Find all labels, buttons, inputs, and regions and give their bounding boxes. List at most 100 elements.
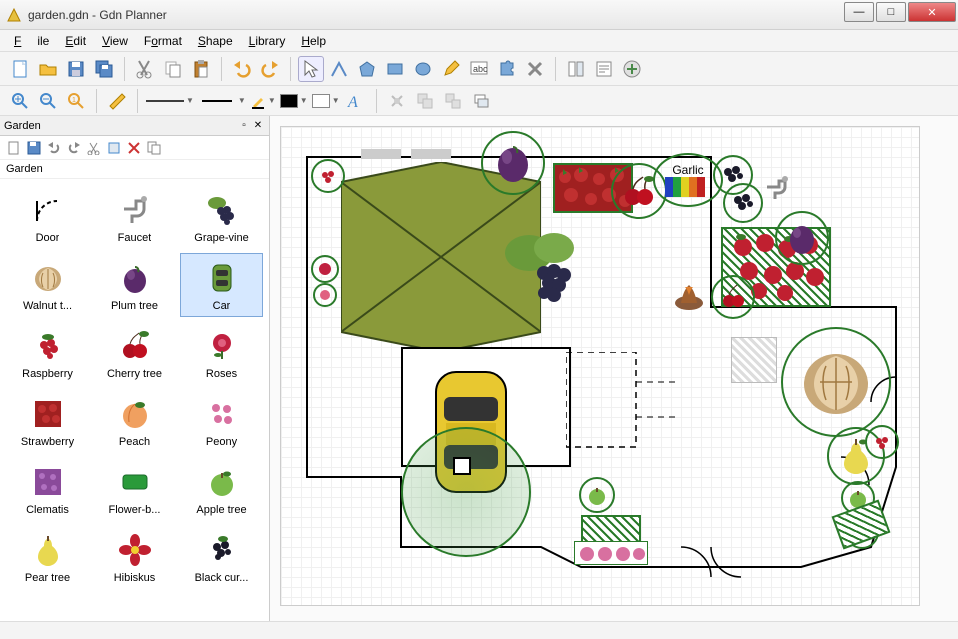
menu-edit[interactable]: Edit bbox=[57, 32, 94, 50]
menu-library[interactable]: Library bbox=[241, 32, 294, 50]
rose[interactable] bbox=[311, 255, 339, 283]
delete-button[interactable] bbox=[522, 56, 548, 82]
text-tool[interactable]: abc bbox=[466, 56, 492, 82]
cut-button[interactable] bbox=[132, 56, 158, 82]
grape-vine[interactable] bbox=[499, 223, 589, 313]
new-button[interactable] bbox=[7, 56, 33, 82]
sp-cut-icon[interactable] bbox=[85, 139, 103, 157]
plum-tree[interactable] bbox=[481, 131, 545, 195]
ruler-button[interactable] bbox=[104, 88, 130, 114]
undo-button[interactable] bbox=[229, 56, 255, 82]
sp-redo-icon[interactable] bbox=[65, 139, 83, 157]
sp-undo-icon[interactable] bbox=[45, 139, 63, 157]
canvas[interactable]: Garlic bbox=[280, 126, 920, 606]
well[interactable] bbox=[453, 457, 471, 475]
shape-item-car[interactable]: Car bbox=[180, 253, 263, 317]
sp-delete-icon[interactable] bbox=[125, 139, 143, 157]
line-color-dropdown[interactable]: ▼ bbox=[250, 93, 276, 109]
shape-item-strawberry[interactable]: Strawberry bbox=[6, 389, 89, 453]
copy-button[interactable] bbox=[160, 56, 186, 82]
menu-view[interactable]: View bbox=[94, 32, 136, 50]
path-strip[interactable] bbox=[411, 149, 451, 159]
save-all-button[interactable] bbox=[91, 56, 117, 82]
shape-item-flowerbed[interactable]: Flower-b... bbox=[93, 457, 176, 521]
properties-button[interactable] bbox=[591, 56, 617, 82]
open-button[interactable] bbox=[35, 56, 61, 82]
pointer-tool[interactable] bbox=[298, 56, 324, 82]
line-style-dropdown[interactable]: ▼ bbox=[146, 94, 194, 108]
shape-item-door[interactable]: Door bbox=[6, 185, 89, 249]
library-toggle[interactable] bbox=[563, 56, 589, 82]
add-button[interactable] bbox=[619, 56, 645, 82]
rect-tool[interactable] bbox=[382, 56, 408, 82]
shape-item-peony[interactable]: Peony bbox=[180, 389, 263, 453]
peony-bed[interactable] bbox=[574, 541, 648, 565]
sp-copy-icon[interactable] bbox=[145, 139, 163, 157]
rose[interactable] bbox=[313, 283, 337, 307]
driveway[interactable] bbox=[566, 352, 676, 452]
ellipse-tool[interactable] bbox=[410, 56, 436, 82]
shape-item-plum[interactable]: Plum tree bbox=[93, 253, 176, 317]
fill-color-dropdown[interactable]: ▼ bbox=[280, 94, 308, 108]
apple-tree[interactable] bbox=[579, 477, 615, 513]
shape-item-hibiscus[interactable]: Hibiskus bbox=[93, 525, 176, 589]
shape-item-pear[interactable]: Pear tree bbox=[6, 525, 89, 589]
minimize-button[interactable]: — bbox=[844, 2, 874, 22]
sp-edit-icon[interactable] bbox=[105, 139, 123, 157]
paved-area[interactable] bbox=[731, 337, 777, 383]
layers-button[interactable] bbox=[468, 88, 494, 114]
lawn-circle[interactable] bbox=[401, 427, 531, 557]
sidepanel-close-icon[interactable]: ✕ bbox=[251, 119, 265, 133]
canvas-area[interactable]: Garlic bbox=[270, 116, 958, 621]
walnut-icon bbox=[28, 258, 68, 298]
shape-item-blackcurrant[interactable]: Black cur... bbox=[180, 525, 263, 589]
peony-icon bbox=[202, 394, 242, 434]
shape-item-faucet[interactable]: Faucet bbox=[93, 185, 176, 249]
menu-help[interactable]: Help bbox=[293, 32, 334, 50]
zoom-out-button[interactable] bbox=[35, 88, 61, 114]
stump[interactable] bbox=[671, 277, 707, 313]
path-strip[interactable] bbox=[361, 149, 401, 159]
raspberry[interactable] bbox=[865, 425, 899, 459]
maximize-button[interactable]: □ bbox=[876, 2, 906, 22]
shape-item-raspberry[interactable]: Raspberry bbox=[6, 321, 89, 385]
line-tool[interactable] bbox=[326, 56, 352, 82]
black-currant[interactable] bbox=[723, 183, 763, 223]
menu-shape[interactable]: Shape bbox=[190, 32, 241, 50]
shape-item-apple[interactable]: Apple tree bbox=[180, 457, 263, 521]
paste-button[interactable] bbox=[188, 56, 214, 82]
walnut-tree[interactable] bbox=[781, 327, 891, 437]
shape-item-peach[interactable]: Peach bbox=[93, 389, 176, 453]
shape-item-cherry[interactable]: Cherry tree bbox=[93, 321, 176, 385]
polygon-tool[interactable] bbox=[354, 56, 380, 82]
puzzle-tool[interactable] bbox=[494, 56, 520, 82]
raspberry[interactable] bbox=[311, 159, 345, 193]
faucet[interactable] bbox=[761, 175, 791, 205]
pen-tool[interactable] bbox=[438, 56, 464, 82]
shape-label: Faucet bbox=[118, 232, 152, 244]
shape-item-grape[interactable]: Grape-vine bbox=[180, 185, 263, 249]
shape-item-clematis[interactable]: Clematis bbox=[6, 457, 89, 521]
shape-item-rose[interactable]: Roses bbox=[180, 321, 263, 385]
redo-button[interactable] bbox=[257, 56, 283, 82]
menubar: File Edit View Format Shape Library Help bbox=[0, 30, 958, 52]
sidepanel-float-icon[interactable]: ▫ bbox=[237, 119, 251, 133]
fill-color2-dropdown[interactable]: ▼ bbox=[312, 94, 340, 108]
sp-save-icon[interactable] bbox=[25, 139, 43, 157]
zoom-in-button[interactable] bbox=[7, 88, 33, 114]
save-button[interactable] bbox=[63, 56, 89, 82]
close-button[interactable]: ✕ bbox=[908, 2, 956, 22]
line-weight-dropdown[interactable]: ▼ bbox=[198, 94, 246, 108]
garlic-bed[interactable]: Garlic bbox=[653, 153, 723, 207]
font-button[interactable]: A bbox=[343, 88, 369, 114]
cherry-tree[interactable] bbox=[711, 275, 755, 319]
ungroup-button[interactable] bbox=[440, 88, 466, 114]
plum-tree[interactable] bbox=[775, 211, 829, 265]
tool-a[interactable] bbox=[384, 88, 410, 114]
zoom-actual-button[interactable]: 1 bbox=[63, 88, 89, 114]
menu-format[interactable]: Format bbox=[136, 32, 190, 50]
group-button[interactable] bbox=[412, 88, 438, 114]
sp-new-icon[interactable] bbox=[5, 139, 23, 157]
shape-item-walnut[interactable]: Walnut t... bbox=[6, 253, 89, 317]
menu-file[interactable]: File bbox=[6, 32, 57, 50]
